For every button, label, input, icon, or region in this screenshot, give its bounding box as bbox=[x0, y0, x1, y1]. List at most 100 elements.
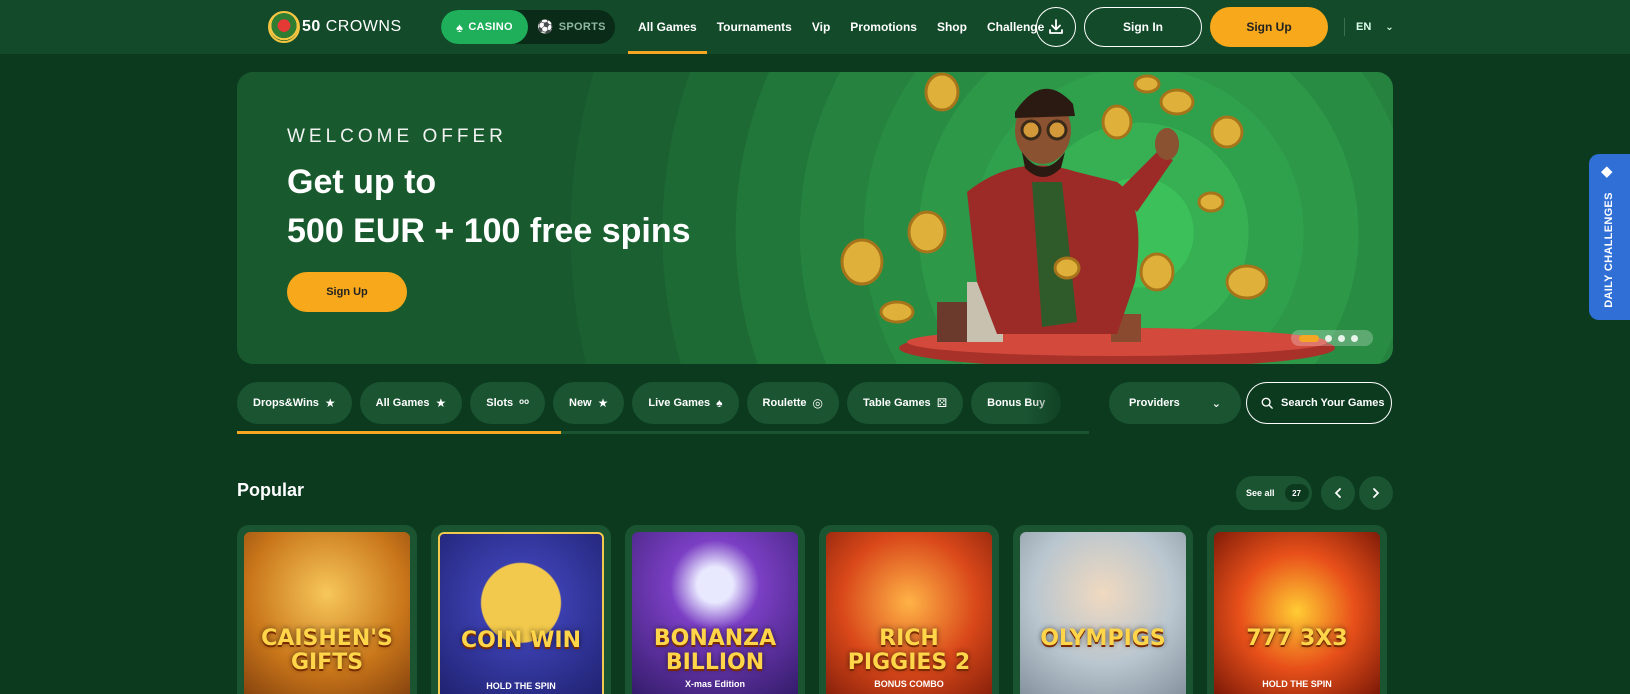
category-label: Drops&Wins bbox=[253, 397, 319, 409]
game-subtitle: BONUS COMBO bbox=[874, 679, 944, 689]
nav-all-games[interactable]: All Games bbox=[628, 0, 707, 54]
game-title: BONANZA BILLION bbox=[653, 626, 777, 675]
banner-kicker: WELCOME OFFER bbox=[287, 126, 507, 147]
category-fade-overlay bbox=[1027, 382, 1089, 424]
providers-label: Providers bbox=[1129, 397, 1180, 409]
category-roulette[interactable]: Roulette ◎ bbox=[746, 382, 840, 424]
download-icon bbox=[1049, 19, 1063, 34]
game-thumbnail: COIN WIN HOLD THE SPIN bbox=[438, 532, 604, 694]
category-label: Roulette bbox=[762, 397, 807, 409]
popular-games-row: CAISHEN'S GIFTS COIN WIN HOLD THE SPIN B… bbox=[237, 525, 1387, 694]
daily-challenges-tab[interactable]: ◆ DAILY CHALLENGES bbox=[1589, 154, 1630, 320]
search-icon bbox=[1261, 397, 1273, 409]
language-selector[interactable]: EN ⌄ bbox=[1356, 0, 1394, 54]
see-all-label: See all bbox=[1246, 488, 1275, 498]
chevron-left-icon bbox=[1334, 488, 1341, 498]
diamond-icon: ◆ bbox=[1601, 163, 1613, 180]
game-subtitle: HOLD THE SPIN bbox=[1262, 679, 1332, 689]
game-title: OLYMPIGS bbox=[1040, 626, 1166, 651]
banner-dot-3[interactable] bbox=[1338, 334, 1345, 342]
casino-tab-label: CASINO bbox=[468, 21, 513, 33]
cherry-icon: ᵒᵒ bbox=[519, 396, 529, 410]
dice-icon: ⚄ bbox=[936, 396, 948, 410]
category-new[interactable]: New ★ bbox=[553, 382, 625, 424]
game-title: 777 3X3 bbox=[1246, 626, 1348, 651]
game-card[interactable]: COIN WIN HOLD THE SPIN bbox=[431, 525, 611, 694]
nav-vip[interactable]: Vip bbox=[802, 0, 840, 54]
soccer-ball-icon: ⚽ bbox=[537, 19, 554, 34]
star-icon: ★ bbox=[597, 396, 609, 410]
providers-dropdown[interactable]: Providers ⌄ bbox=[1109, 382, 1241, 424]
sign-up-button[interactable]: Sign Up bbox=[1210, 7, 1328, 47]
download-button[interactable] bbox=[1036, 7, 1076, 47]
nav-tournaments[interactable]: Tournaments bbox=[707, 0, 802, 54]
game-title: CAISHEN'S GIFTS bbox=[261, 626, 393, 675]
game-thumbnail: OLYMPIGS bbox=[1020, 532, 1186, 694]
site-logo[interactable]: 50 CROWNS bbox=[268, 10, 408, 44]
game-title: RICH PIGGIES 2 bbox=[847, 626, 971, 675]
category-label: New bbox=[569, 397, 592, 409]
roulette-icon: ◎ bbox=[812, 396, 824, 410]
category-bar: Drops&Wins ★ All Games ★ Slots ᵒᵒ New ★ Live… bbox=[237, 382, 1087, 424]
game-thumbnail: 777 3X3 HOLD THE SPIN bbox=[1214, 532, 1380, 694]
see-all-button[interactable]: See all 27 bbox=[1236, 476, 1312, 510]
banner-pagination bbox=[1291, 330, 1373, 346]
carousel-prev-button[interactable] bbox=[1321, 476, 1355, 510]
banner-title: Get up to 500 EUR + 100 free spins bbox=[287, 158, 691, 256]
category-label: Slots bbox=[486, 397, 514, 409]
game-subtitle: X-mas Edition bbox=[684, 679, 745, 689]
category-all-games[interactable]: All Games ★ bbox=[359, 382, 463, 424]
category-label: All Games bbox=[375, 397, 430, 409]
banner-dot-2[interactable] bbox=[1325, 334, 1332, 342]
section-title-popular: Popular bbox=[237, 480, 305, 500]
star-icon: ★ bbox=[324, 396, 336, 410]
banner-character-illustration bbox=[840, 72, 1335, 364]
game-thumbnail: CAISHEN'S GIFTS bbox=[244, 532, 410, 694]
nav-promotions[interactable]: Promotions bbox=[840, 0, 927, 54]
top-header: 50 CROWNS ♠ CASINO ⚽ SPORTS All Games To… bbox=[0, 0, 1630, 54]
chevron-right-icon bbox=[1373, 488, 1380, 498]
game-search[interactable] bbox=[1246, 382, 1392, 424]
game-subtitle: HOLD THE SPIN bbox=[486, 681, 556, 691]
games-count-badge: 27 bbox=[1284, 484, 1309, 502]
sign-in-button[interactable]: Sign In bbox=[1084, 7, 1202, 47]
star-icon: ★ bbox=[435, 396, 447, 410]
casino-tab[interactable]: ♠ CASINO bbox=[441, 10, 528, 44]
category-live-games[interactable]: Live Games ♠ bbox=[632, 382, 739, 424]
game-title: COIN WIN bbox=[461, 628, 581, 653]
banner-dot-1[interactable] bbox=[1299, 334, 1319, 342]
crown-badge-icon bbox=[268, 11, 300, 43]
main-nav: All Games Tournaments Vip Promotions Sho… bbox=[628, 0, 1054, 54]
sports-tab[interactable]: ⚽ SPORTS bbox=[528, 10, 615, 44]
game-thumbnail: BONANZA BILLION X-mas Edition bbox=[632, 532, 798, 694]
category-label: Live Games bbox=[648, 397, 711, 409]
carousel-next-button[interactable] bbox=[1359, 476, 1393, 510]
game-card[interactable]: 777 3X3 HOLD THE SPIN bbox=[1207, 525, 1387, 694]
game-card[interactable]: BONANZA BILLION X-mas Edition bbox=[625, 525, 805, 694]
nav-shop[interactable]: Shop bbox=[927, 0, 977, 54]
game-card[interactable]: OLYMPIGS bbox=[1013, 525, 1193, 694]
category-scrollbar-thumb[interactable] bbox=[237, 431, 561, 434]
category-slots[interactable]: Slots ᵒᵒ bbox=[470, 382, 545, 424]
game-thumbnail: RICH PIGGIES 2 BONUS COMBO bbox=[826, 532, 992, 694]
banner-dot-4[interactable] bbox=[1351, 334, 1358, 342]
sports-tab-label: SPORTS bbox=[558, 21, 606, 33]
category-table-games[interactable]: Table Games ⚄ bbox=[847, 382, 964, 424]
logo-text: 50 CROWNS bbox=[302, 18, 402, 35]
spade-icon: ♠ bbox=[716, 396, 723, 410]
banner-title-line-2: 500 EUR + 100 free spins bbox=[287, 212, 691, 250]
language-code: EN bbox=[1356, 21, 1372, 33]
spade-icon: ♠ bbox=[456, 19, 464, 35]
game-card[interactable]: RICH PIGGIES 2 BONUS COMBO bbox=[819, 525, 999, 694]
banner-title-line-1: Get up to bbox=[287, 163, 437, 201]
casino-sports-toggle: ♠ CASINO ⚽ SPORTS bbox=[441, 10, 615, 44]
category-label: Table Games bbox=[863, 397, 931, 409]
welcome-banner: WELCOME OFFER Get up to 500 EUR + 100 fr… bbox=[237, 72, 1393, 364]
chevron-down-icon: ⌄ bbox=[1211, 397, 1221, 410]
category-drops-wins[interactable]: Drops&Wins ★ bbox=[237, 382, 352, 424]
game-card[interactable]: CAISHEN'S GIFTS bbox=[237, 525, 417, 694]
search-input[interactable] bbox=[1281, 397, 1391, 409]
banner-sign-up-button[interactable]: Sign Up bbox=[287, 272, 407, 312]
chevron-down-icon: ⌄ bbox=[1385, 21, 1394, 33]
divider bbox=[1344, 18, 1345, 36]
